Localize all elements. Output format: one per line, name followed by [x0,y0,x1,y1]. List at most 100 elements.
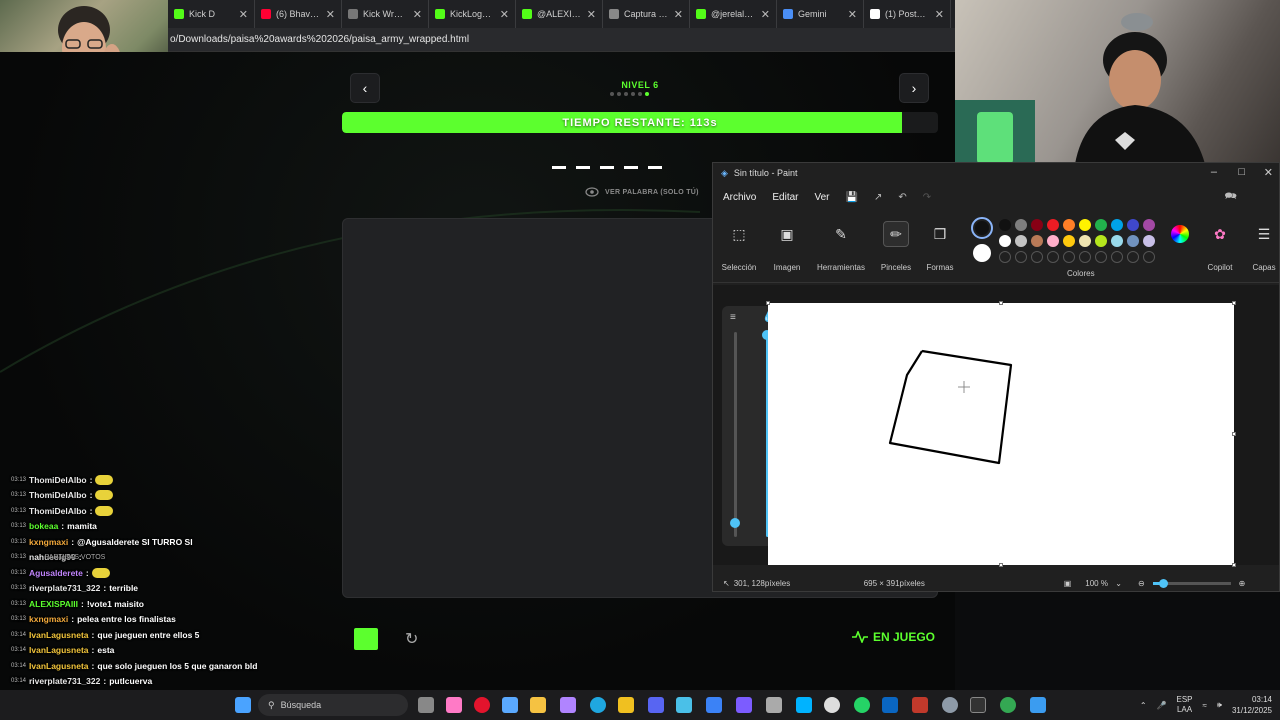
resize-handle[interactable] [999,301,1003,305]
tab-close-icon[interactable]: ✕ [239,8,248,21]
color-swatch[interactable] [1047,219,1059,231]
empty-color-slot[interactable] [1127,251,1139,263]
empty-color-slot[interactable] [1079,251,1091,263]
chat-username[interactable]: IvanLagusneta [29,645,89,655]
tab-close-icon[interactable]: ✕ [761,8,770,21]
discord-icon[interactable] [648,697,664,713]
tab-close-icon[interactable]: ✕ [587,8,596,21]
ribbon-seleccion[interactable]: ⬚ Selección [719,221,759,273]
pen-app-icon[interactable] [560,697,576,713]
paint-canvas[interactable] [766,301,1236,567]
empty-color-slot[interactable] [999,251,1011,263]
chat-username[interactable]: riverplate731_322 [29,676,100,686]
empty-color-slot[interactable] [1031,251,1043,263]
resize-handle[interactable] [999,563,1003,567]
app-s-icon[interactable] [796,697,812,713]
redo-icon[interactable]: ↷ [923,192,931,203]
photos-icon[interactable] [766,697,782,713]
color-swatch[interactable] [1063,235,1075,247]
tab-close-icon[interactable]: ✕ [326,8,335,21]
size-slider-thumb[interactable] [730,518,740,528]
zoom-level[interactable]: 100 % [1085,579,1115,588]
color-swatch[interactable] [1111,219,1123,231]
tab-close-icon[interactable]: ✕ [848,8,857,21]
chat-username[interactable]: ThomiDelAlbo [29,506,87,516]
clock[interactable]: 03:14 31/12/2025 [1232,694,1272,716]
opera-icon[interactable] [474,697,490,713]
settings-icon[interactable] [942,697,958,713]
chat-username[interactable]: kxngmaxi [29,537,68,547]
file-explorer-icon[interactable] [530,697,546,713]
color-swatch[interactable] [1079,235,1091,247]
tab-close-icon[interactable]: ✕ [413,8,422,21]
edit-colors-icon[interactable] [1171,225,1189,243]
app-c-icon[interactable] [706,697,722,713]
copilot-taskbar-icon[interactable] [446,697,462,713]
color-swatch[interactable] [1063,219,1075,231]
color-swatch[interactable] [1095,219,1107,231]
app-v-icon[interactable] [618,697,634,713]
paint-taskbar-icon[interactable] [1030,697,1046,713]
color-swatch[interactable] [999,235,1011,247]
edge-icon[interactable] [590,697,606,713]
store-icon[interactable] [502,697,518,713]
chat-username[interactable]: Agusalderete [29,568,83,578]
chat-username[interactable]: bokeaa [29,521,58,531]
windows-start-icon[interactable] [235,697,251,713]
chevron-down-icon[interactable]: ⌄ [1115,579,1122,588]
ribbon-herramientas[interactable]: ✎ Herramientas [815,221,867,273]
empty-color-slot[interactable] [1047,251,1059,263]
prev-level-button[interactable]: ‹ [350,73,380,103]
browser-tab[interactable]: (1) Posts con co ✕ [864,0,951,28]
color-swatch[interactable] [1111,235,1123,247]
zoom-out-icon[interactable]: ⊖ [1138,579,1145,588]
color-swatch[interactable] [1031,235,1043,247]
browser-tab[interactable]: (6) Bhavi, Seven ✕ [255,0,342,28]
empty-color-slot[interactable] [1095,251,1107,263]
address-text[interactable]: o/Downloads/paisa%20awards%202026/paisa_… [170,34,469,45]
size-slider[interactable] [734,332,737,537]
taskbar-search[interactable]: ⚲ Búsqueda [258,694,408,716]
empty-color-slot[interactable] [1143,251,1155,263]
ribbon-pinceles[interactable]: ✏ Pinceles [879,221,913,272]
resize-handle[interactable] [766,301,770,305]
app-icon[interactable] [676,697,692,713]
reveal-word-button[interactable]: VER PALABRA (SOLO TÚ) [585,183,699,201]
menu-archivo[interactable]: Archivo [723,192,756,203]
tab-close-icon[interactable]: ✕ [674,8,683,21]
ribbon-capas[interactable]: ☰ Capas [1249,221,1279,273]
menu-ver[interactable]: Ver [814,192,829,203]
resize-handle[interactable] [1232,563,1236,567]
whatsapp-icon[interactable] [854,697,870,713]
app-red-icon[interactable] [912,697,928,713]
wifi-icon[interactable]: ≈ [1203,701,1207,710]
color-primary[interactable] [971,217,993,239]
address-bar[interactable]: o/Downloads/paisa%20awards%202026/paisa_… [168,28,955,52]
zoom-slider[interactable] [1152,578,1231,588]
zoom-in-icon[interactable]: ⊕ [1239,579,1246,588]
volume-icon[interactable]: 🕪 [1217,700,1222,710]
chat-username[interactable]: ALEXISPAIII [29,599,78,609]
microphone-icon[interactable]: 🎤 [1157,701,1167,710]
minimize-icon[interactable]: – [1211,166,1217,178]
color-swatch[interactable] [1079,219,1091,231]
empty-color-slot[interactable] [1063,251,1075,263]
browser-tab[interactable]: @ALEXISPAIII - ✕ [516,0,603,28]
task-view-icon[interactable] [418,697,434,713]
ribbon-imagen[interactable]: ▣ Imagen [769,221,805,273]
empty-color-slot[interactable] [1015,251,1027,263]
ribbon-formas[interactable]: ❒ Formas [925,221,955,273]
save-icon[interactable]: 💾 [846,192,858,203]
chat-username[interactable]: ThomiDelAlbo [29,490,87,500]
color-swatch[interactable] [1015,219,1027,231]
app-grid-icon[interactable] [736,697,752,713]
tab-close-icon[interactable]: ✕ [935,8,944,21]
chrome-icon[interactable] [1000,697,1016,713]
terminal-icon[interactable] [970,697,986,713]
color-swatch[interactable] [1143,219,1155,231]
browser-tab[interactable]: KickLogz - Anál ✕ [429,0,516,28]
share-icon[interactable]: ↗ [874,192,882,203]
browser-tab[interactable]: Kick Wrapped ✕ [342,0,429,28]
browser-tab[interactable]: Captura de par ✕ [603,0,690,28]
chat-username[interactable]: IvanLagusneta [29,630,89,640]
